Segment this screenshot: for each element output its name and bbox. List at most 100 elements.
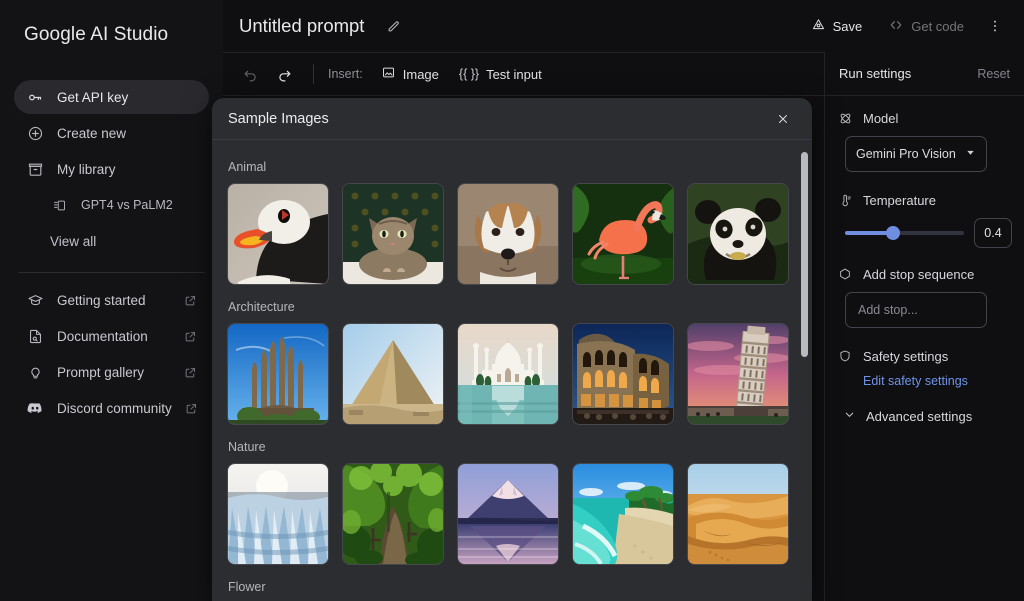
edit-safety-settings-link[interactable]: Edit safety settings: [863, 374, 1012, 388]
scrollbar-thumb[interactable]: [801, 152, 808, 357]
graduation-cap-icon: [26, 291, 44, 309]
code-brackets-icon: [888, 17, 904, 36]
prompt-icon: [50, 196, 68, 214]
top-bar: Untitled prompt Save Get code: [223, 0, 1024, 52]
chevron-down-icon: [843, 408, 856, 424]
external-link-icon: [184, 330, 197, 343]
undo-button[interactable]: [235, 59, 265, 89]
temperature-label: Temperature: [863, 192, 936, 208]
sidebar-item-discord-community[interactable]: Discord community: [14, 391, 209, 425]
dog-thumbnail[interactable]: [458, 184, 558, 284]
advanced-settings-toggle[interactable]: Advanced settings: [843, 408, 1012, 424]
sidebar: Google AI Studio Get API key Create new: [0, 0, 223, 601]
leaning-tower-thumbnail[interactable]: [688, 324, 788, 424]
discord-icon: [26, 399, 44, 417]
sidebar-item-label: My library: [57, 161, 116, 177]
cat-thumbnail[interactable]: [343, 184, 443, 284]
redo-button[interactable]: [269, 59, 299, 89]
save-button[interactable]: Save: [801, 10, 873, 42]
run-settings-title: Run settings: [839, 66, 912, 81]
beach-thumbnail[interactable]: [573, 464, 673, 564]
insert-image-button[interactable]: Image: [373, 59, 447, 89]
stop-sequence-label-row: Add stop sequence: [837, 266, 1012, 282]
document-search-icon: [26, 327, 44, 345]
run-settings-panel: Run settings Reset Model Gemini Pro Visi…: [824, 52, 1024, 601]
sidebar-item-gpt4-vs-palm2[interactable]: GPT4 vs PaLM2: [14, 188, 209, 222]
temperature-label-row: Temperature: [837, 192, 1012, 208]
taj-mahal-thumbnail[interactable]: [458, 324, 558, 424]
colosseum-thumbnail[interactable]: [573, 324, 673, 424]
mount-fuji-thumbnail[interactable]: [458, 464, 558, 564]
run-settings-body: Model Gemini Pro Vision Temperature 0.4 …: [825, 96, 1024, 424]
glacier-thumbnail[interactable]: [228, 464, 328, 564]
reset-button[interactable]: Reset: [977, 67, 1010, 81]
sidebar-item-create-new[interactable]: Create new: [14, 116, 209, 150]
external-link-icon: [184, 294, 197, 307]
desert-thumbnail[interactable]: [688, 464, 788, 564]
advanced-settings-label: Advanced settings: [866, 408, 973, 424]
ai-studio-app: Google AI Studio Get API key Create new: [0, 0, 1024, 601]
sidebar-item-prompt-gallery[interactable]: Prompt gallery: [14, 355, 209, 389]
get-code-label: Get code: [911, 18, 964, 34]
app-brand-title: Google AI Studio: [24, 24, 169, 45]
lightbulb-icon: [26, 363, 44, 381]
shield-icon: [837, 348, 853, 364]
get-code-button[interactable]: Get code: [878, 10, 974, 42]
sidebar-item-getting-started[interactable]: Getting started: [14, 283, 209, 317]
sidebar-item-documentation[interactable]: Documentation: [14, 319, 209, 353]
section-title: Flower: [228, 580, 266, 594]
close-icon[interactable]: [770, 106, 796, 132]
add-stop-placeholder: Add stop...: [858, 303, 918, 317]
plus-circle-icon: [26, 124, 44, 142]
sidebar-nav: Get API key Create new My library GPT4 v…: [0, 80, 223, 258]
external-link-icon: [185, 402, 198, 415]
sidebar-item-label: GPT4 vs PaLM2: [81, 198, 173, 212]
more-options-icon[interactable]: [980, 11, 1010, 41]
model-label: Model: [863, 110, 899, 126]
panda-thumbnail[interactable]: [688, 184, 788, 284]
key-icon: [26, 88, 44, 106]
edit-pencil-icon[interactable]: [386, 19, 401, 34]
safety-settings-label: Safety settings: [863, 348, 949, 364]
sagrada-familia-thumbnail[interactable]: [228, 324, 328, 424]
sidebar-item-label: Get API key: [57, 89, 129, 105]
slider-thumb[interactable]: [885, 226, 900, 240]
section-title: Nature: [228, 440, 266, 454]
model-select-value: Gemini Pro Vision: [856, 147, 956, 161]
toolbar-divider: [313, 64, 314, 84]
dialog-scrollbar[interactable]: [801, 152, 808, 601]
dialog-body[interactable]: Animal Architecture Nature Flower: [212, 140, 812, 601]
sidebar-divider: [18, 272, 205, 273]
prompt-title[interactable]: Untitled prompt: [239, 15, 364, 37]
temperature-slider-row: 0.4: [845, 218, 1012, 248]
sidebar-link-label: Documentation: [57, 328, 148, 344]
sidebar-item-my-library[interactable]: My library: [14, 152, 209, 186]
pyramid-thumbnail[interactable]: [343, 324, 443, 424]
image-grid-nature: [228, 464, 796, 564]
insert-image-label: Image: [402, 66, 439, 82]
add-stop-input[interactable]: Add stop...: [845, 292, 987, 328]
sidebar-link-label: Prompt gallery: [57, 364, 145, 380]
sidebar-item-view-all[interactable]: View all: [14, 224, 209, 258]
sidebar-item-label: Create new: [57, 125, 127, 141]
model-icon: [837, 110, 853, 126]
hexagon-icon: [837, 266, 853, 282]
top-actions: Save Get code: [801, 10, 1010, 42]
dialog-title: Sample Images: [228, 110, 329, 127]
temperature-value-input[interactable]: 0.4: [974, 218, 1012, 248]
temperature-slider[interactable]: [845, 224, 964, 242]
external-link-icon: [184, 366, 197, 379]
image-icon: [381, 65, 396, 83]
sidebar-item-get-api-key[interactable]: Get API key: [14, 80, 209, 114]
model-select[interactable]: Gemini Pro Vision: [845, 136, 987, 172]
puffin-thumbnail[interactable]: [228, 184, 328, 284]
forest-path-thumbnail[interactable]: [343, 464, 443, 564]
dialog-header: Sample Images: [212, 98, 812, 140]
insert-test-input-button[interactable]: {{ }} Test input: [451, 59, 550, 89]
editor-toolbar: Insert: Image {{ }} Test input: [223, 52, 824, 96]
sidebar-link-label: Getting started: [57, 292, 146, 308]
flamingo-thumbnail[interactable]: [573, 184, 673, 284]
sidebar-item-label: View all: [50, 233, 97, 249]
sidebar-link-label: Discord community: [57, 400, 172, 416]
